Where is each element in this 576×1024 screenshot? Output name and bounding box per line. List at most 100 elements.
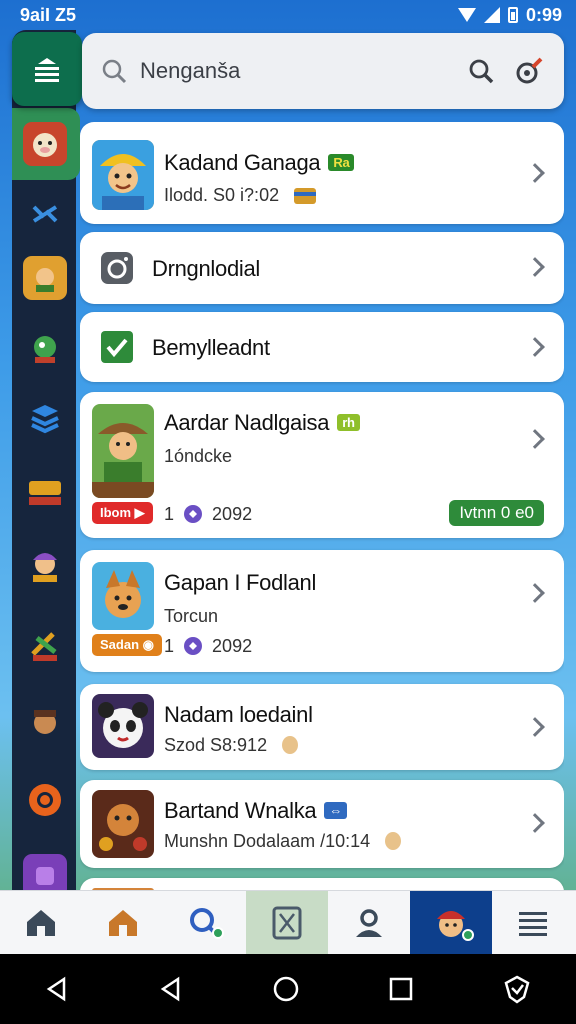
house-icon: [109, 910, 137, 936]
chevron-right-icon: [525, 163, 545, 183]
item-subtitle: Munshn Dodalaam /10:14: [164, 828, 405, 852]
item-count: 1: [164, 636, 175, 656]
nav-library[interactable]: [246, 891, 328, 955]
menu-icon: [35, 58, 59, 82]
item-title-text: Aardar Nadlgaisa: [164, 410, 330, 435]
rail-game-icon-6[interactable]: [23, 624, 67, 668]
character-icon: [36, 268, 54, 292]
rail-game-icon-2[interactable]: [23, 256, 67, 300]
user-icon: [356, 909, 382, 937]
voice-search-button[interactable]: [512, 54, 546, 88]
home-circle-icon[interactable]: [272, 975, 300, 1003]
bottom-nav: [0, 890, 576, 955]
hand-icon: [282, 736, 299, 754]
item-date: 2092: [212, 636, 253, 656]
home-icon: [27, 910, 55, 936]
list-item[interactable]: [80, 878, 564, 890]
item-subtitle: Torcun: [164, 606, 219, 626]
checkbox-icon: [101, 331, 133, 363]
item-title: Gapan I Fodlanl: [164, 570, 317, 595]
shield-icon[interactable]: [502, 974, 532, 1004]
pirate-icon: [34, 710, 56, 734]
game-list: Kadand Ganaga Ra Ilodd. S0 i?:02 Drngnlod…: [80, 122, 564, 890]
game-thumbnail: [92, 790, 154, 858]
nav-search[interactable]: [164, 891, 246, 955]
sword-icon: [31, 632, 57, 661]
cow-icon: [33, 133, 57, 157]
list-item[interactable]: Bemylleadnt: [80, 312, 564, 382]
list-item[interactable]: Aardar Nadlgaisa rh 1óndcke Ibom ▶ 1 2092…: [80, 392, 564, 538]
rail-game-icon-1[interactable]: [23, 122, 67, 166]
rail-game-icon-4[interactable]: [23, 470, 67, 514]
panda-icon: [92, 694, 154, 758]
farmer-icon: [92, 404, 154, 498]
item-title: Drngnlodial: [152, 256, 260, 281]
rail-layers-icon[interactable]: [23, 396, 67, 440]
status-left: 9aiI Z5: [20, 4, 77, 25]
chevron-right-icon: [525, 583, 545, 603]
rail-game-icon-8[interactable]: [23, 778, 67, 822]
search-icon: [469, 59, 494, 84]
list-item[interactable]: Gapan I Fodlanl Torcun Sadan ◉ 1 2092: [80, 550, 564, 672]
chevron-right-icon: [525, 337, 545, 357]
item-title: Nadam loedainl: [164, 702, 313, 727]
rail-share-icon[interactable]: [23, 192, 67, 236]
game-thumbnail: [92, 140, 154, 210]
notification-dot: [212, 927, 224, 939]
item-tag: ⇔: [324, 802, 348, 819]
chevron-right-icon: [525, 429, 545, 449]
item-title-text: Kadand Ganaga: [164, 150, 321, 175]
library-icon: [272, 906, 302, 940]
search-input[interactable]: Nenganša: [140, 58, 450, 84]
rail-game-icon-5[interactable]: [23, 544, 67, 588]
search-submit-button[interactable]: [464, 54, 498, 88]
rail-game-icon-3[interactable]: [23, 326, 67, 370]
gem-icon: [184, 637, 203, 655]
status-time: 0:99: [525, 4, 562, 25]
system-nav-bar: [0, 954, 576, 1024]
ring-icon: [29, 784, 61, 816]
online-dot: [462, 929, 474, 941]
signal-icon: [483, 7, 500, 23]
status-bar: 9aiI Z5 0:99: [0, 0, 576, 30]
rail-game-icon-7[interactable]: [23, 700, 67, 744]
item-meta: 1 2092: [164, 504, 252, 525]
badge-text: Sadan: [100, 637, 140, 652]
list-item[interactable]: Drngnlodial: [80, 232, 564, 304]
list-item[interactable]: Bartand Wnalka ⇔ Munshn Dodalaam /10:14: [80, 780, 564, 868]
chevron-right-icon: [525, 717, 545, 737]
item-date: 2092: [212, 504, 253, 524]
hand-icon: [385, 832, 402, 850]
item-subtitle-text: Szod S8:912: [164, 735, 268, 755]
item-subtitle: Szod S8:912: [164, 732, 302, 756]
back-icon[interactable]: [158, 976, 184, 1002]
promo-badge[interactable]: Sadan ◉: [92, 634, 162, 656]
item-tag: rh: [337, 414, 360, 431]
dino-icon: [34, 336, 56, 363]
camera-icon: [101, 252, 133, 284]
back-icon[interactable]: [44, 976, 70, 1002]
battery-icon: [507, 7, 518, 23]
link-icon: [32, 205, 58, 223]
status-icons: 0:99: [457, 4, 562, 26]
nav-profile[interactable]: [328, 891, 410, 955]
nav-home[interactable]: [0, 891, 82, 955]
dog-icon: [92, 562, 154, 630]
item-title-text: Bartand Wnalka: [164, 798, 317, 823]
nav-account[interactable]: [410, 891, 492, 955]
nav-store[interactable]: [82, 891, 164, 955]
install-button[interactable]: Ivtnn 0 e0: [449, 500, 544, 526]
layers-icon: [31, 405, 59, 434]
nav-menu[interactable]: [492, 891, 574, 955]
list-item[interactable]: Nadam loedainl Szod S8:912: [80, 684, 564, 770]
item-title: Kadand Ganaga Ra: [164, 150, 355, 176]
youtube-badge[interactable]: Ibom ▶: [92, 502, 153, 524]
list-item[interactable]: Kadand Ganaga Ra Ilodd. S0 i?:02: [80, 122, 564, 224]
recents-icon[interactable]: [388, 976, 414, 1002]
search-bar[interactable]: Nenganša: [82, 33, 564, 109]
item-count: 1: [164, 504, 175, 524]
hamburger-icon: [519, 912, 547, 936]
menu-button[interactable]: [12, 32, 82, 106]
item-meta: 1 2092: [164, 636, 252, 657]
item-title: Bartand Wnalka ⇔: [164, 798, 348, 824]
